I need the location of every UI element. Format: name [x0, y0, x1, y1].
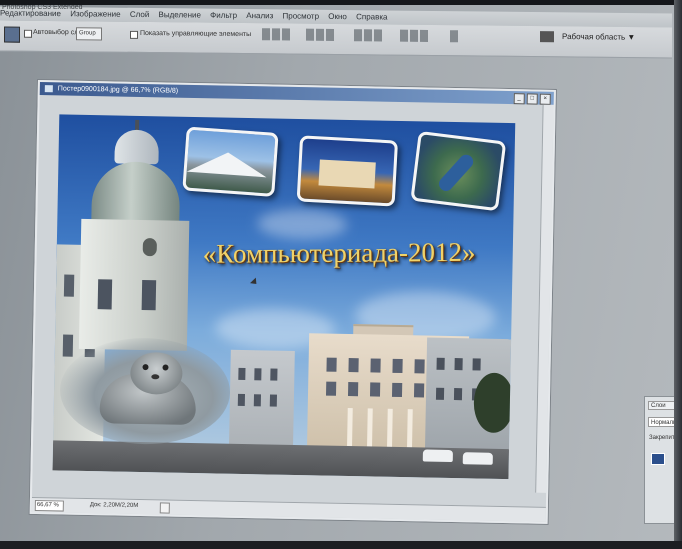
- status-bar: 66,67 % Док: 2,20M/2,20M: [31, 496, 546, 522]
- window-controls: _ □ ×: [513, 93, 551, 105]
- monitor-bezel-top: [0, 0, 682, 5]
- show-controls-checkbox[interactable]: [130, 30, 138, 39]
- align-vcenter-icon[interactable]: [272, 28, 280, 41]
- car: [422, 449, 453, 463]
- align-buttons: [262, 28, 290, 42]
- monitor-bezel-bottom: [0, 541, 682, 549]
- align-top-icon[interactable]: [262, 28, 270, 41]
- distribute-left-icon[interactable]: [400, 29, 408, 42]
- monitor-bezel-right: [674, 0, 682, 549]
- menu-view[interactable]: Просмотр: [283, 11, 320, 20]
- clock-icon: [142, 238, 157, 257]
- distribute-hcenter-icon[interactable]: [410, 29, 418, 42]
- menu-filter[interactable]: Фильтр: [210, 11, 237, 20]
- auto-select-dropdown[interactable]: Group: [76, 27, 102, 41]
- poster-headline: «Компьютериада-2012»: [202, 236, 476, 269]
- options-bar: Автовыбор слоя Group Показать управляющи…: [0, 20, 672, 59]
- distribute-bottom-icon[interactable]: [374, 29, 382, 42]
- show-controls-label: Показать управляющие элементы: [140, 29, 252, 39]
- vertical-scrollbar[interactable]: [535, 104, 554, 493]
- align-left-icon[interactable]: [306, 28, 314, 41]
- cloud: [257, 208, 348, 240]
- distribute-right-icon[interactable]: [420, 29, 428, 42]
- close-button[interactable]: ×: [539, 93, 551, 105]
- map-photo-thumbnail: [410, 130, 507, 212]
- menu-analysis[interactable]: Анализ: [246, 11, 273, 20]
- document-info: Док: 2,20M/2,20M: [89, 502, 139, 510]
- app-title: Photoshop CS3 Extended: [2, 4, 83, 11]
- status-menu-arrow-icon[interactable]: [159, 502, 170, 514]
- distribute-top-icon[interactable]: [354, 29, 362, 42]
- workspace-menu[interactable]: Рабочая область ▼: [540, 31, 650, 48]
- maximize-button[interactable]: □: [526, 93, 538, 105]
- mountain-photo-thumbnail: [182, 126, 279, 197]
- move-tool-icon[interactable]: [4, 26, 20, 43]
- auto-select-checkbox[interactable]: [24, 29, 32, 38]
- menu-window[interactable]: Окно: [328, 12, 347, 21]
- workspace-label: Рабочая область ▼: [562, 31, 636, 42]
- auto-align-icon[interactable]: [450, 30, 458, 43]
- workspace-icon: [540, 31, 554, 43]
- zoom-field[interactable]: 66,67 %: [34, 500, 64, 512]
- align-buttons-2: [306, 28, 334, 43]
- menu-help[interactable]: Справка: [356, 12, 387, 21]
- poster-canvas[interactable]: «Компьютериада-2012»: [52, 114, 516, 480]
- auto-align-button: [450, 30, 458, 44]
- monitor-screen: Редактирование Изображение Слой Выделени…: [0, 0, 682, 549]
- document-title: Постер0900184.jpg @ 66,7% (RGB/8): [57, 85, 179, 95]
- distribute-vcenter-icon[interactable]: [364, 29, 372, 42]
- menu-select[interactable]: Выделение: [159, 10, 201, 19]
- building-night-photo-thumbnail: [296, 135, 399, 207]
- document-icon: [44, 85, 53, 93]
- distribute-buttons: [354, 29, 382, 43]
- align-right-icon[interactable]: [326, 28, 334, 41]
- align-hcenter-icon[interactable]: [316, 28, 324, 41]
- align-bottom-icon[interactable]: [282, 28, 290, 41]
- layer-thumbnail[interactable]: [651, 453, 665, 465]
- distribute-buttons-2: [400, 29, 428, 44]
- mouse-cursor-icon: [250, 277, 260, 287]
- car: [462, 452, 493, 465]
- minimize-button[interactable]: _: [513, 93, 525, 105]
- document-titlebar[interactable]: Постер0900184.jpg @ 66,7% (RGB/8) _ □ ×: [39, 82, 554, 105]
- menu-layer[interactable]: Слой: [130, 10, 149, 19]
- document-window[interactable]: Постер0900184.jpg @ 66,7% (RGB/8) _ □ ×: [29, 80, 556, 524]
